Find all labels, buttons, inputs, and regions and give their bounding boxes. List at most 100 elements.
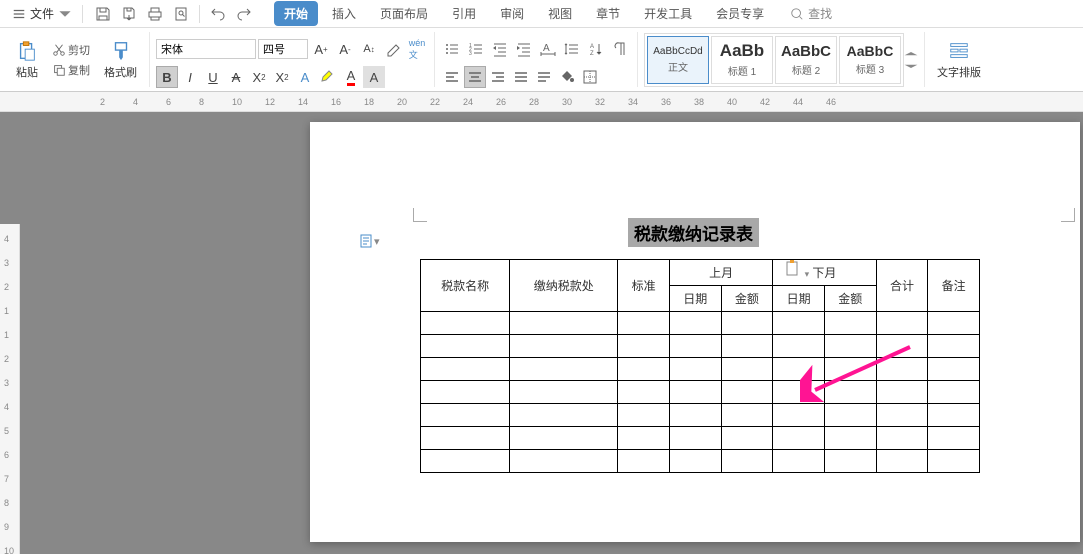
align-right-button[interactable] [487, 66, 509, 88]
shrink-font-button[interactable]: A- [334, 38, 356, 60]
table-row[interactable] [421, 358, 980, 381]
horizontal-ruler[interactable]: 2468101214161820222426283032343638404244… [0, 92, 1083, 112]
table-cell[interactable] [510, 335, 618, 358]
col-standard[interactable]: 标准 [618, 260, 670, 312]
tab-member[interactable]: 会员专享 [706, 1, 774, 26]
table-cell[interactable] [421, 358, 510, 381]
tab-insert[interactable]: 插入 [322, 1, 366, 26]
paste-source-tag[interactable]: ▾ [360, 234, 380, 248]
table-cell[interactable] [618, 381, 670, 404]
table-cell[interactable] [876, 312, 928, 335]
tab-developer[interactable]: 开发工具 [634, 1, 702, 26]
col-lastmonth-amount[interactable]: 金额 [721, 286, 773, 312]
table-cell[interactable] [928, 312, 980, 335]
text-layout-button[interactable]: 文字排版 [931, 38, 987, 82]
col-group-nextmonth[interactable]: 下月 [773, 260, 876, 286]
col-tax-name[interactable]: 税款名称 [421, 260, 510, 312]
print-button[interactable] [145, 4, 165, 24]
table-cell[interactable] [773, 335, 825, 358]
table-row[interactable] [421, 335, 980, 358]
pinyin-button[interactable]: wén文 [406, 38, 428, 60]
col-lastmonth-date[interactable]: 日期 [669, 286, 721, 312]
highlight-button[interactable] [317, 66, 339, 88]
table-cell[interactable] [510, 358, 618, 381]
table-cell[interactable] [618, 312, 670, 335]
table-cell[interactable] [773, 404, 825, 427]
decrease-indent-button[interactable] [489, 38, 511, 60]
table-cell[interactable] [876, 404, 928, 427]
col-remark[interactable]: 备注 [928, 260, 980, 312]
save-as-button[interactable] [119, 4, 139, 24]
table-cell[interactable] [618, 335, 670, 358]
table-cell[interactable] [928, 404, 980, 427]
shading-button[interactable] [556, 66, 578, 88]
table-cell[interactable] [510, 427, 618, 450]
tab-view[interactable]: 视图 [538, 1, 582, 26]
paste-button[interactable]: 粘贴 [10, 38, 44, 82]
font-color-button[interactable]: A [340, 66, 362, 88]
style-heading2[interactable]: AaBbC 标题 2 [775, 36, 837, 84]
table-cell[interactable] [510, 312, 618, 335]
table-cell[interactable] [928, 450, 980, 473]
table-cell[interactable] [773, 312, 825, 335]
table-cell[interactable] [618, 427, 670, 450]
clear-format-button[interactable] [382, 38, 404, 60]
style-normal[interactable]: AaBbCcDd 正文 [647, 36, 709, 84]
table-cell[interactable] [824, 381, 876, 404]
table-cell[interactable] [721, 450, 773, 473]
table-cell[interactable] [669, 381, 721, 404]
redo-button[interactable] [234, 4, 254, 24]
table-cell[interactable] [721, 404, 773, 427]
table-cell[interactable] [824, 335, 876, 358]
table-cell[interactable] [421, 427, 510, 450]
copy-button[interactable]: 复制 [48, 61, 94, 79]
table-cell[interactable] [510, 450, 618, 473]
col-tax-office[interactable]: 缴纳税款处 [510, 260, 618, 312]
show-marks-button[interactable] [609, 38, 631, 60]
line-spacing-button[interactable] [561, 38, 583, 60]
table-cell[interactable] [721, 358, 773, 381]
tab-page-layout[interactable]: 页面布局 [370, 1, 438, 26]
document-title[interactable]: 税款缴纳记录表 [628, 218, 759, 247]
tab-home[interactable]: 开始 [274, 1, 318, 26]
print-preview-button[interactable] [171, 4, 191, 24]
table-cell[interactable] [773, 381, 825, 404]
table-cell[interactable] [618, 404, 670, 427]
superscript-button[interactable]: X2 [248, 66, 270, 88]
italic-button[interactable]: I [179, 66, 201, 88]
bullets-button[interactable] [441, 38, 463, 60]
table-cell[interactable] [421, 404, 510, 427]
table-cell[interactable] [510, 381, 618, 404]
undo-button[interactable] [208, 4, 228, 24]
text-effects-button[interactable]: A [294, 66, 316, 88]
tax-record-table[interactable]: 税款名称 缴纳税款处 标准 上月 下月 合计 备注 日期 金额 日期 金额 [420, 259, 980, 473]
strikethrough-button[interactable]: A [225, 66, 247, 88]
align-left-button[interactable] [441, 66, 463, 88]
underline-button[interactable]: U [202, 66, 224, 88]
align-center-button[interactable] [464, 66, 486, 88]
table-row[interactable] [421, 427, 980, 450]
col-nextmonth-date[interactable]: 日期 [773, 286, 825, 312]
table-cell[interactable] [510, 404, 618, 427]
styles-gallery[interactable]: AaBbCcDd 正文 AaBb 标题 1 AaBbC 标题 2 AaBbC 标… [644, 33, 904, 87]
search-button[interactable]: 查找 [790, 5, 832, 22]
font-size-select[interactable] [258, 39, 308, 59]
table-row[interactable] [421, 404, 980, 427]
table-cell[interactable] [773, 450, 825, 473]
table-row[interactable] [421, 312, 980, 335]
save-button[interactable] [93, 4, 113, 24]
table-cell[interactable] [876, 335, 928, 358]
table-cell[interactable] [721, 312, 773, 335]
table-cell[interactable] [669, 335, 721, 358]
table-cell[interactable] [669, 450, 721, 473]
justify-button[interactable] [510, 66, 532, 88]
char-scale-button[interactable]: A [537, 38, 559, 60]
table-row[interactable] [421, 450, 980, 473]
distributed-button[interactable] [533, 66, 555, 88]
table-cell[interactable] [876, 450, 928, 473]
tab-chapter[interactable]: 章节 [586, 1, 630, 26]
file-menu-button[interactable]: 文件 [4, 3, 80, 24]
table-cell[interactable] [876, 427, 928, 450]
col-group-lastmonth[interactable]: 上月 [669, 260, 772, 286]
bold-button[interactable]: B [156, 66, 178, 88]
